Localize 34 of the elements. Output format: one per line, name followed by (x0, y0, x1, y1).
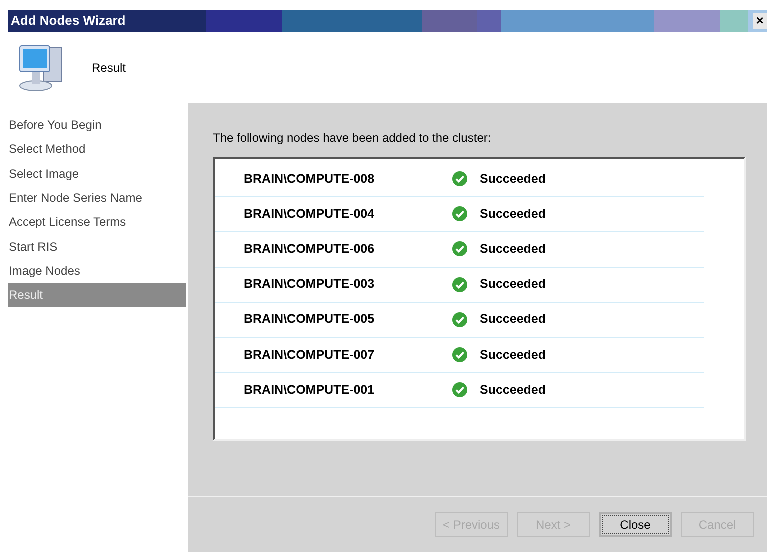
status-text: Succeeded (480, 311, 546, 328)
node-name: BRAIN\COMPUTE-007 (243, 346, 376, 364)
step-item: Start RIS (8, 238, 59, 256)
node-name: BRAIN\COMPUTE-008 (243, 170, 376, 188)
check-icon (452, 206, 468, 222)
wizard-button[interactable]: Close (599, 512, 672, 537)
step-item: Image Nodes (8, 262, 82, 280)
close-button[interactable]: × (753, 13, 767, 29)
status-text: Succeeded (480, 276, 546, 294)
check-icon (452, 347, 468, 364)
check-icon (452, 312, 468, 328)
status-text: Succeeded (480, 241, 546, 258)
step-item: Result (8, 283, 186, 308)
node-name: BRAIN\COMPUTE-004 (243, 206, 376, 223)
check-icon (452, 241, 468, 258)
status-text: Succeeded (480, 206, 546, 223)
window-title: Add Nodes Wizard (10, 12, 127, 30)
step-item: Select Image (8, 166, 80, 183)
status-text: Succeeded (480, 170, 546, 188)
step-item: Select Method (8, 141, 87, 158)
page-title: Result (92, 60, 126, 76)
status-text: Succeeded (480, 382, 546, 399)
node-name: BRAIN\COMPUTE-006 (243, 241, 376, 258)
step-item: Enter Node Series Name (8, 190, 144, 208)
step-item: Accept License Terms (8, 214, 128, 232)
check-icon (452, 171, 468, 188)
status-text: Succeeded (480, 346, 546, 364)
intro-text: The following nodes have been added to the cluster: (213, 130, 492, 147)
node-name: BRAIN\COMPUTE-001 (243, 382, 376, 399)
node-name: BRAIN\COMPUTE-003 (243, 276, 376, 294)
check-icon (452, 276, 468, 293)
step-item: Before You Begin (8, 117, 103, 134)
check-icon (452, 382, 468, 398)
node-name: BRAIN\COMPUTE-005 (243, 311, 376, 328)
